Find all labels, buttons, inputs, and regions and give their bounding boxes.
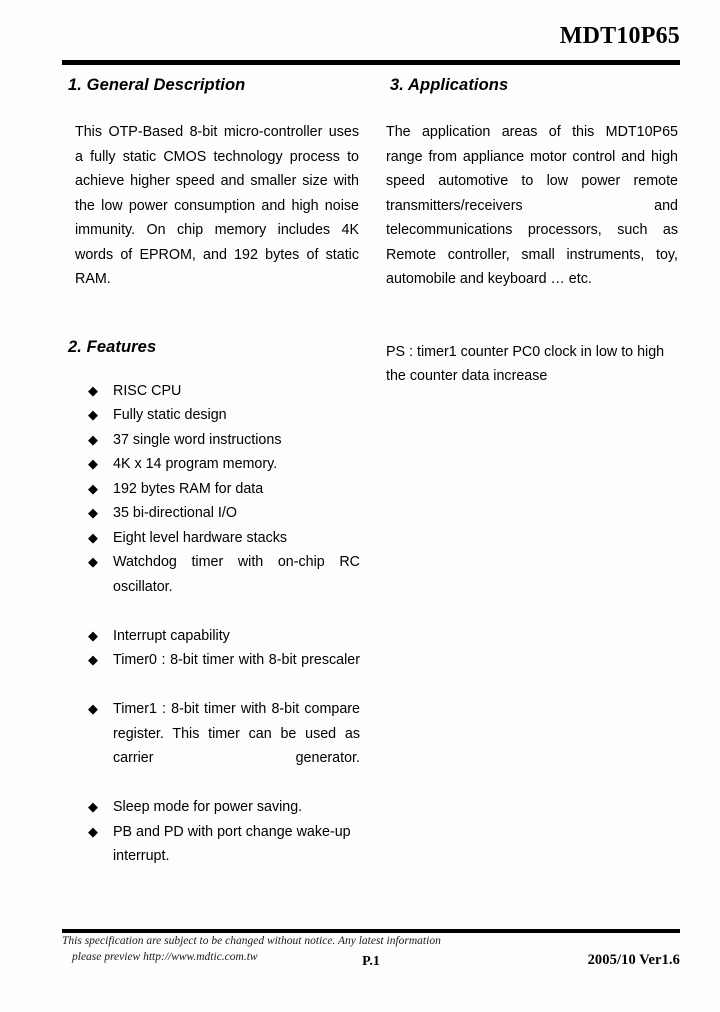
diamond-bullet-icon: ◆	[88, 652, 98, 667]
list-item: ◆ Watchdog timer with on-chip RC oscilla…	[64, 550, 360, 624]
list-item: ◆ Fully static design	[64, 403, 360, 428]
diamond-bullet-icon: ◆	[88, 407, 98, 422]
list-item: ◆ RISC CPU	[64, 379, 360, 404]
list-item-label: Timer0 : 8-bit timer with 8-bit prescale…	[113, 652, 360, 668]
list-item: ◆ 37 single word instructions	[64, 428, 360, 453]
footer-divider-rule	[62, 929, 680, 933]
heading-applications: 3. Applications	[390, 76, 509, 94]
list-item: ◆ Sleep mode for power saving.	[64, 795, 360, 820]
diamond-bullet-icon: ◆	[88, 505, 98, 520]
list-item: ◆ 4K x 14 program memory.	[64, 452, 360, 477]
list-item-label: 4K x 14 program memory.	[113, 456, 278, 472]
list-item-label: 192 bytes RAM for data	[113, 480, 264, 497]
paragraph-applications-note: PS : timer1 counter PC0 clock in low to …	[386, 343, 665, 385]
datasheet-page: MDT10P65 1. General Description This OTP…	[0, 0, 720, 1012]
footer-disclaimer-line-1: This specification are subject to be cha…	[62, 935, 441, 947]
document-version: 2005/10 Ver1.6	[587, 952, 680, 968]
heading-general-description: 1. General Description	[68, 76, 246, 94]
diamond-bullet-icon: ◆	[88, 823, 98, 839]
list-item: ◆ PB and PD with port change wake-up int…	[64, 820, 360, 869]
list-item-label: Watchdog timer with on-chip RC oscillato…	[113, 554, 360, 595]
list-item-label: RISC CPU	[113, 382, 182, 399]
list-item: ◆ Timer0 : 8-bit timer with 8-bit presca…	[64, 648, 360, 697]
diamond-bullet-icon: ◆	[88, 382, 98, 398]
list-item-label: 37 single word instructions	[113, 431, 282, 448]
document-header: MDT10P65	[62, 23, 680, 49]
diamond-bullet-icon: ◆	[88, 431, 98, 447]
list-item: ◆ 192 bytes RAM for data	[64, 477, 360, 502]
document-title: MDT10P65	[559, 23, 680, 49]
list-item-label: PB and PD with port change wake-up inter…	[113, 823, 351, 865]
list-item-label: 35 bi-directional I/O	[113, 505, 237, 521]
paragraph-general-description: This OTP-Based 8-bit micro-controller us…	[75, 124, 359, 287]
left-column: 1. General Description This OTP-Based 8-…	[64, 76, 360, 869]
list-item-label: Interrupt capability	[113, 627, 230, 644]
diamond-bullet-icon: ◆	[88, 456, 98, 471]
list-item-label: Fully static design	[113, 407, 227, 423]
features-list: ◆ RISC CPU ◆ Fully static design ◆ 37 si…	[64, 379, 360, 869]
page-footer: This specification are subject to be cha…	[62, 934, 680, 978]
list-item: ◆ Eight level hardware stacks	[64, 526, 360, 551]
paragraph-applications: The application areas of this MDT10P65 r…	[386, 124, 678, 287]
diamond-bullet-icon: ◆	[88, 480, 98, 496]
diamond-bullet-icon: ◆	[88, 799, 98, 814]
list-item-label: Sleep mode for power saving.	[113, 799, 303, 815]
list-item: ◆ 35 bi-directional I/O	[64, 501, 360, 526]
diamond-bullet-icon: ◆	[88, 529, 98, 545]
list-item-label: Eight level hardware stacks	[113, 529, 288, 546]
list-item: ◆ Interrupt capability	[64, 624, 360, 649]
diamond-bullet-icon: ◆	[88, 701, 98, 716]
diamond-bullet-icon: ◆	[88, 554, 98, 569]
list-item-label: Timer1 : 8-bit timer with 8-bit compare …	[113, 701, 360, 766]
right-column: 3. Applications The application areas of…	[386, 76, 681, 389]
heading-features: 2. Features	[68, 337, 157, 356]
header-divider-rule	[62, 60, 680, 65]
diamond-bullet-icon: ◆	[88, 627, 98, 643]
list-item: ◆ Timer1 : 8-bit timer with 8-bit compar…	[64, 697, 360, 795]
